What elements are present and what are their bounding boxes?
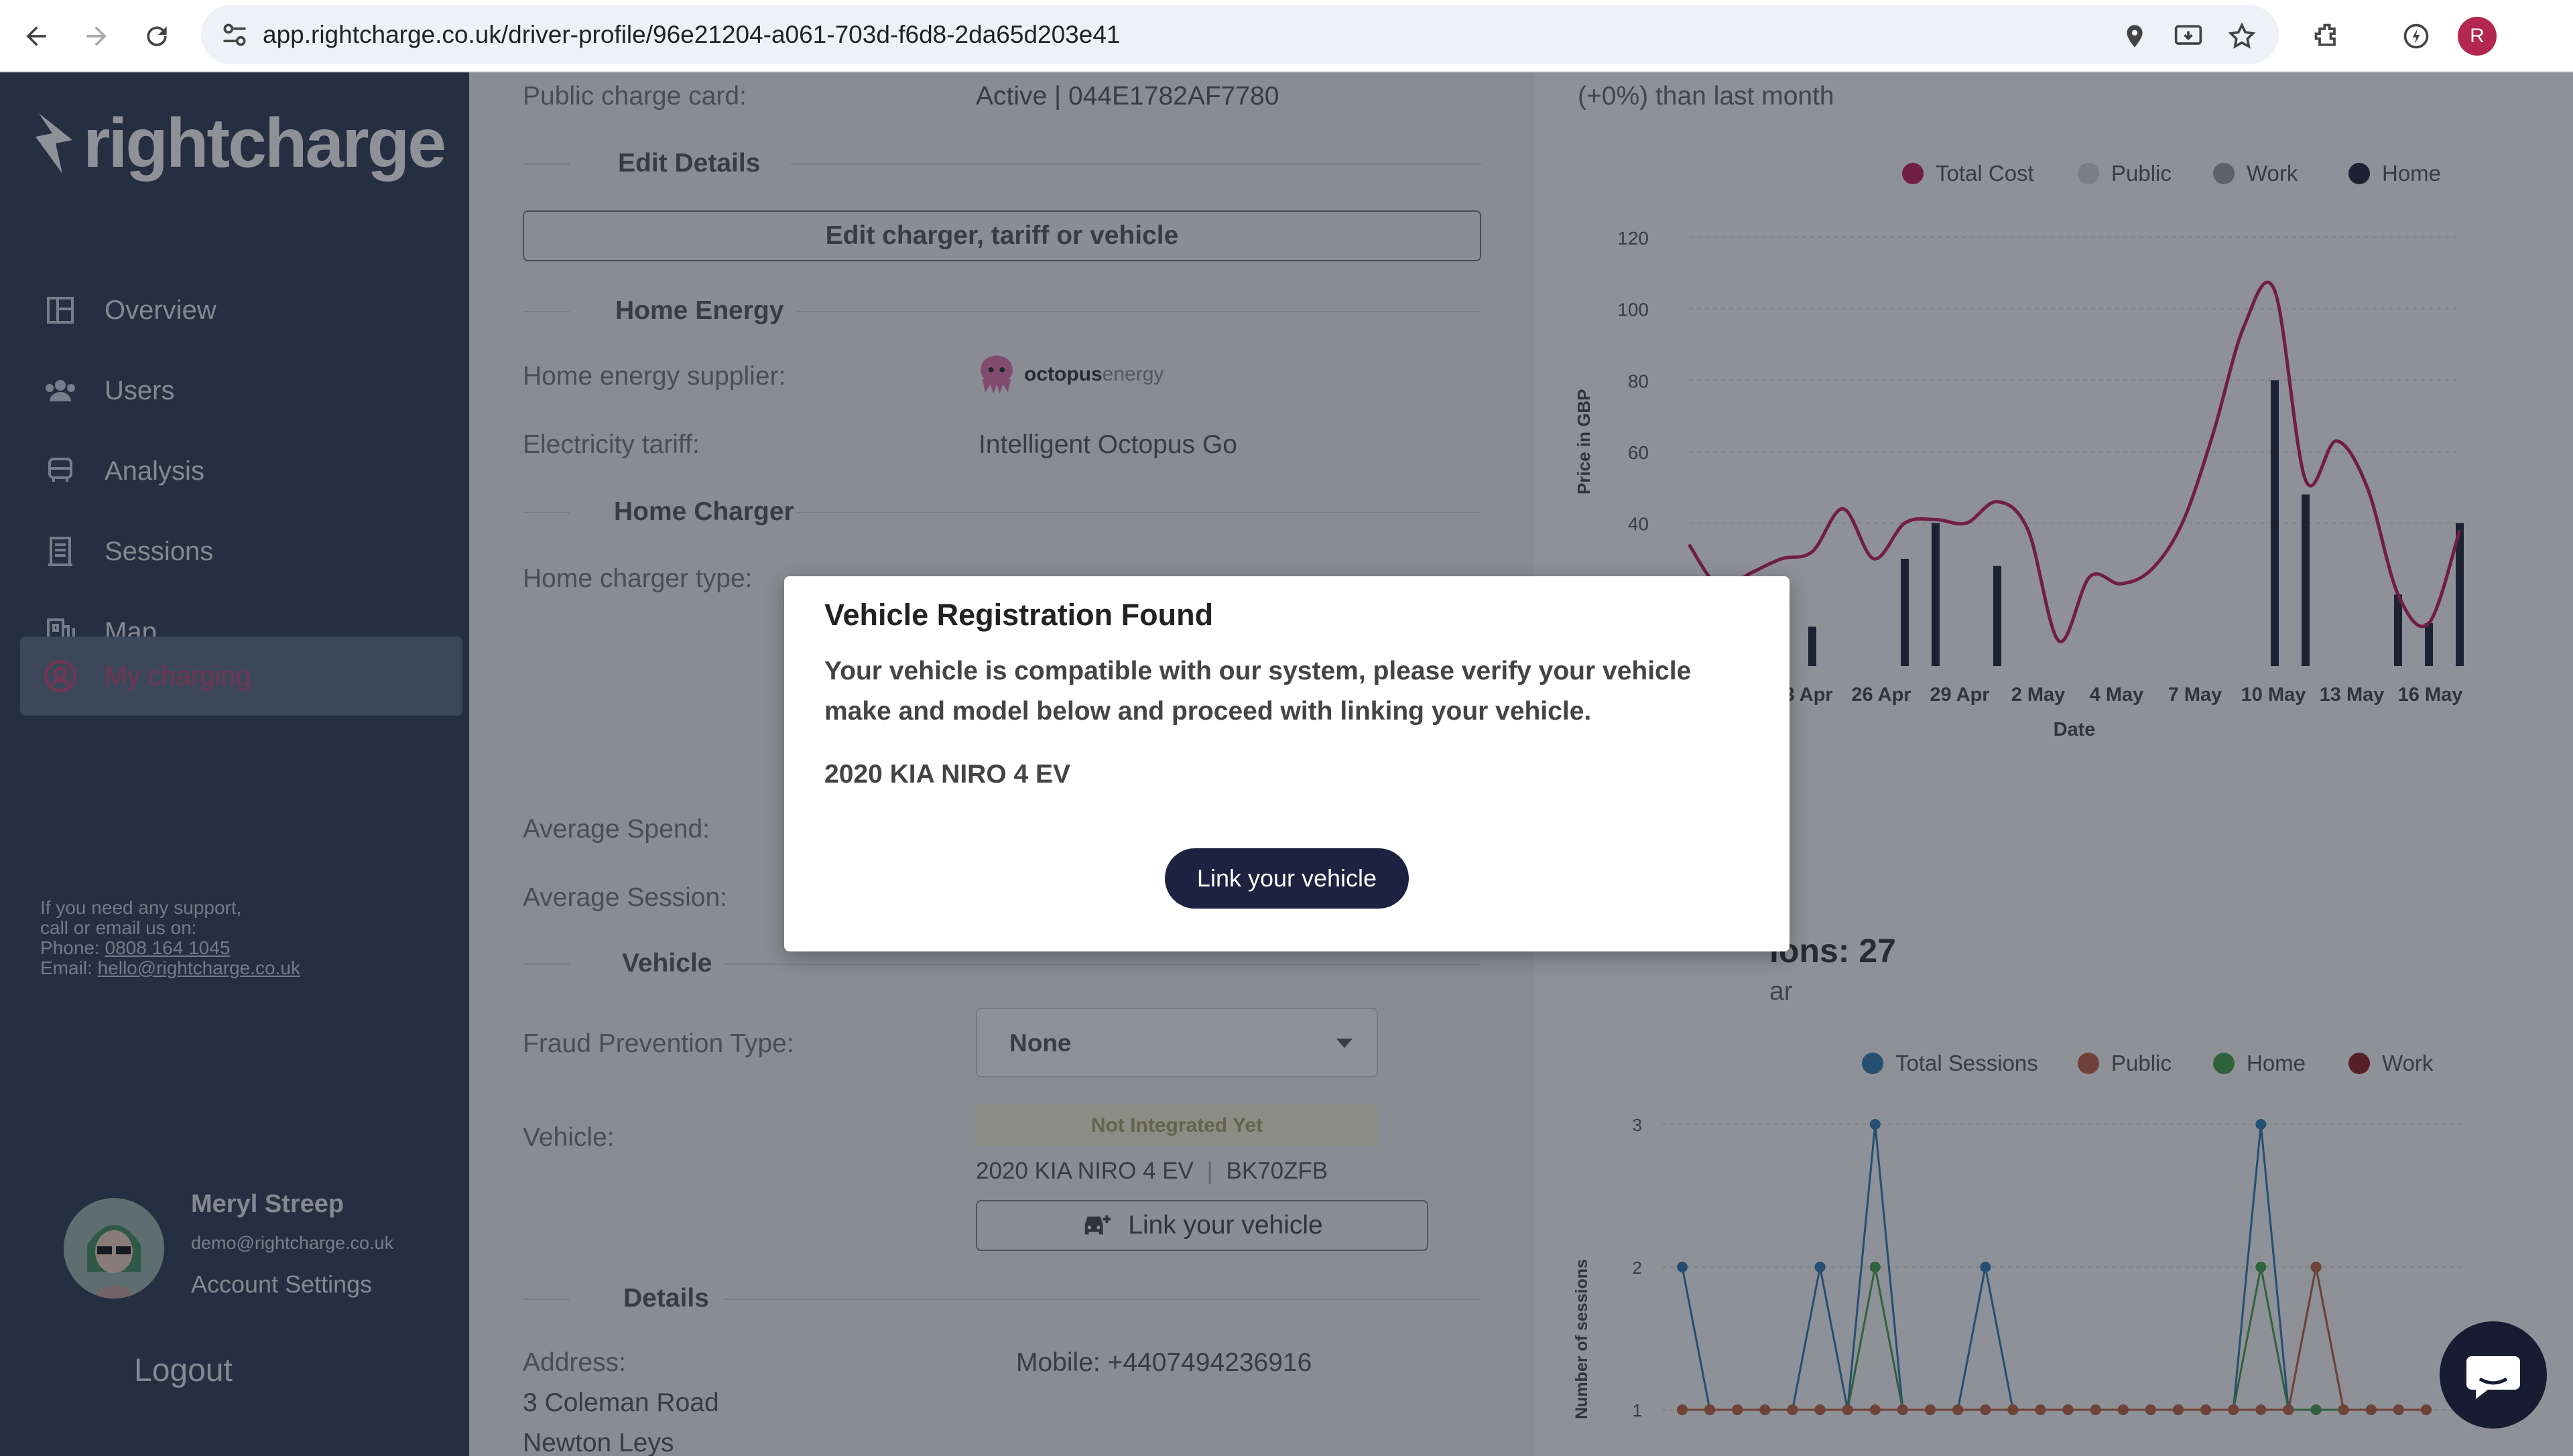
modal-message: Your vehicle is compatible with our syst… xyxy=(824,657,1692,726)
url-text: app.rightcharge.co.uk/driver-profile/96e… xyxy=(263,21,1121,48)
bookmark-star-icon[interactable] xyxy=(2222,16,2262,56)
site-settings-icon[interactable] xyxy=(220,20,249,50)
chat-icon xyxy=(2466,1356,2520,1399)
extensions-icon[interactable] xyxy=(2307,16,2347,56)
chat-support-button[interactable] xyxy=(2440,1321,2547,1429)
modal-title: Vehicle Registration Found xyxy=(824,598,1214,632)
back-icon[interactable] xyxy=(15,15,58,58)
forward-icon[interactable] xyxy=(75,15,118,58)
address-bar[interactable]: app.rightcharge.co.uk/driver-profile/96e… xyxy=(201,5,2279,64)
install-app-icon[interactable] xyxy=(2168,16,2208,56)
browser-profile-avatar[interactable]: R xyxy=(2458,17,2497,56)
performance-icon[interactable] xyxy=(2396,16,2436,56)
reload-icon[interactable] xyxy=(135,15,178,58)
modal-vehicle-name: 2020 KIA NIRO 4 EV xyxy=(824,760,1071,789)
location-icon[interactable] xyxy=(2115,16,2155,56)
vehicle-registration-modal: Vehicle Registration Found Your vehicle … xyxy=(784,576,1790,951)
browser-toolbar: app.rightcharge.co.uk/driver-profile/96e… xyxy=(0,0,2573,72)
link-your-vehicle-button[interactable]: Link your vehicle xyxy=(1165,848,1409,909)
